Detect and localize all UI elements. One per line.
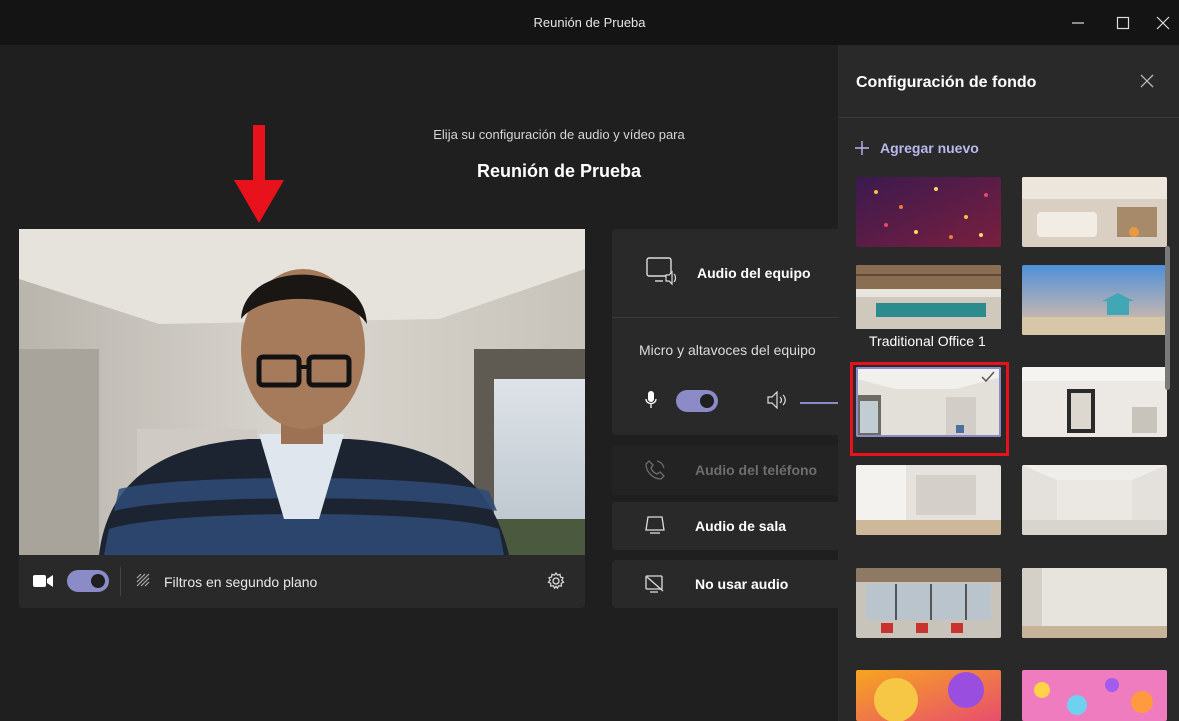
speaker-volume-slider[interactable] xyxy=(800,402,838,404)
background-thumbnail[interactable] xyxy=(856,465,1001,535)
background-thumbnail[interactable] xyxy=(856,568,1001,638)
computer-audio-icon xyxy=(646,257,677,286)
add-new-background-button[interactable]: Agregar nuevo xyxy=(854,140,979,156)
panel-header: Configuración de fondo xyxy=(838,45,1179,118)
room-audio-option[interactable]: Audio de sala xyxy=(612,502,838,550)
microphone-icon xyxy=(645,391,657,408)
no-audio-option[interactable]: No usar audio xyxy=(612,560,838,608)
close-window-button[interactable] xyxy=(1140,0,1179,45)
background-tooltip: Traditional Office 1 xyxy=(856,329,1005,355)
camera-preview xyxy=(19,229,585,555)
close-panel-icon[interactable] xyxy=(1139,73,1155,89)
gear-icon[interactable] xyxy=(546,571,566,591)
camera-preview-image xyxy=(19,229,585,555)
video-controls-bar: Filtros en segundo plano xyxy=(19,555,585,608)
phone-icon xyxy=(645,460,665,480)
background-thumbnail[interactable] xyxy=(856,265,1001,335)
plus-icon xyxy=(855,141,869,155)
selection-outline xyxy=(856,367,1001,437)
background-thumbnail[interactable] xyxy=(1022,265,1167,335)
maximize-icon xyxy=(1116,16,1130,29)
panel-scrollbar[interactable] xyxy=(1165,246,1170,390)
microphone-toggle[interactable] xyxy=(676,390,718,412)
prejoin-screen: Elija su configuración de audio y vídeo … xyxy=(0,45,838,721)
background-settings-panel: Configuración de fondo Agregar nuevo Tra… xyxy=(838,45,1179,721)
background-thumbnail[interactable] xyxy=(1022,367,1167,437)
background-thumbnail[interactable] xyxy=(1022,465,1167,535)
phone-audio-label: Audio del teléfono xyxy=(695,462,818,478)
computer-audio-label: Audio del equipo xyxy=(697,265,811,281)
room-audio-icon xyxy=(645,516,665,534)
background-filters-icon[interactable] xyxy=(135,572,153,590)
camera-toggle[interactable] xyxy=(67,570,109,592)
no-audio-icon xyxy=(645,575,664,593)
checkmark-icon xyxy=(981,371,995,383)
background-filters-label[interactable]: Filtros en segundo plano xyxy=(164,574,317,590)
no-audio-label: No usar audio xyxy=(695,576,789,592)
close-icon xyxy=(1156,16,1170,29)
room-audio-label: Audio de sala xyxy=(695,518,787,534)
background-thumbnail-selected[interactable] xyxy=(856,367,1001,437)
speaker-icon xyxy=(767,391,786,409)
divider xyxy=(120,567,121,596)
window-title: Reunión de Prueba xyxy=(533,15,646,30)
add-new-label: Agregar nuevo xyxy=(880,140,979,156)
phone-audio-option[interactable]: Audio del teléfono xyxy=(612,445,838,495)
background-thumbnail[interactable] xyxy=(856,177,1001,247)
title-bar: Reunión de Prueba xyxy=(0,0,1179,45)
minimize-button[interactable] xyxy=(1055,0,1101,45)
background-thumbnail[interactable] xyxy=(1022,670,1167,721)
background-thumbnail[interactable] xyxy=(1022,177,1167,247)
annotation-arrow-icon xyxy=(234,125,284,223)
background-thumbnail[interactable] xyxy=(1022,568,1167,638)
computer-audio-option[interactable]: Audio del equipo Micro y altavoces del e… xyxy=(612,229,838,435)
audio-device-label[interactable]: Micro y altavoces del equipo xyxy=(639,342,816,358)
panel-title: Configuración de fondo xyxy=(856,74,1037,91)
minimize-icon xyxy=(1072,21,1084,24)
background-thumbnail[interactable] xyxy=(856,670,1001,721)
divider xyxy=(612,317,838,318)
camera-icon xyxy=(33,575,53,587)
